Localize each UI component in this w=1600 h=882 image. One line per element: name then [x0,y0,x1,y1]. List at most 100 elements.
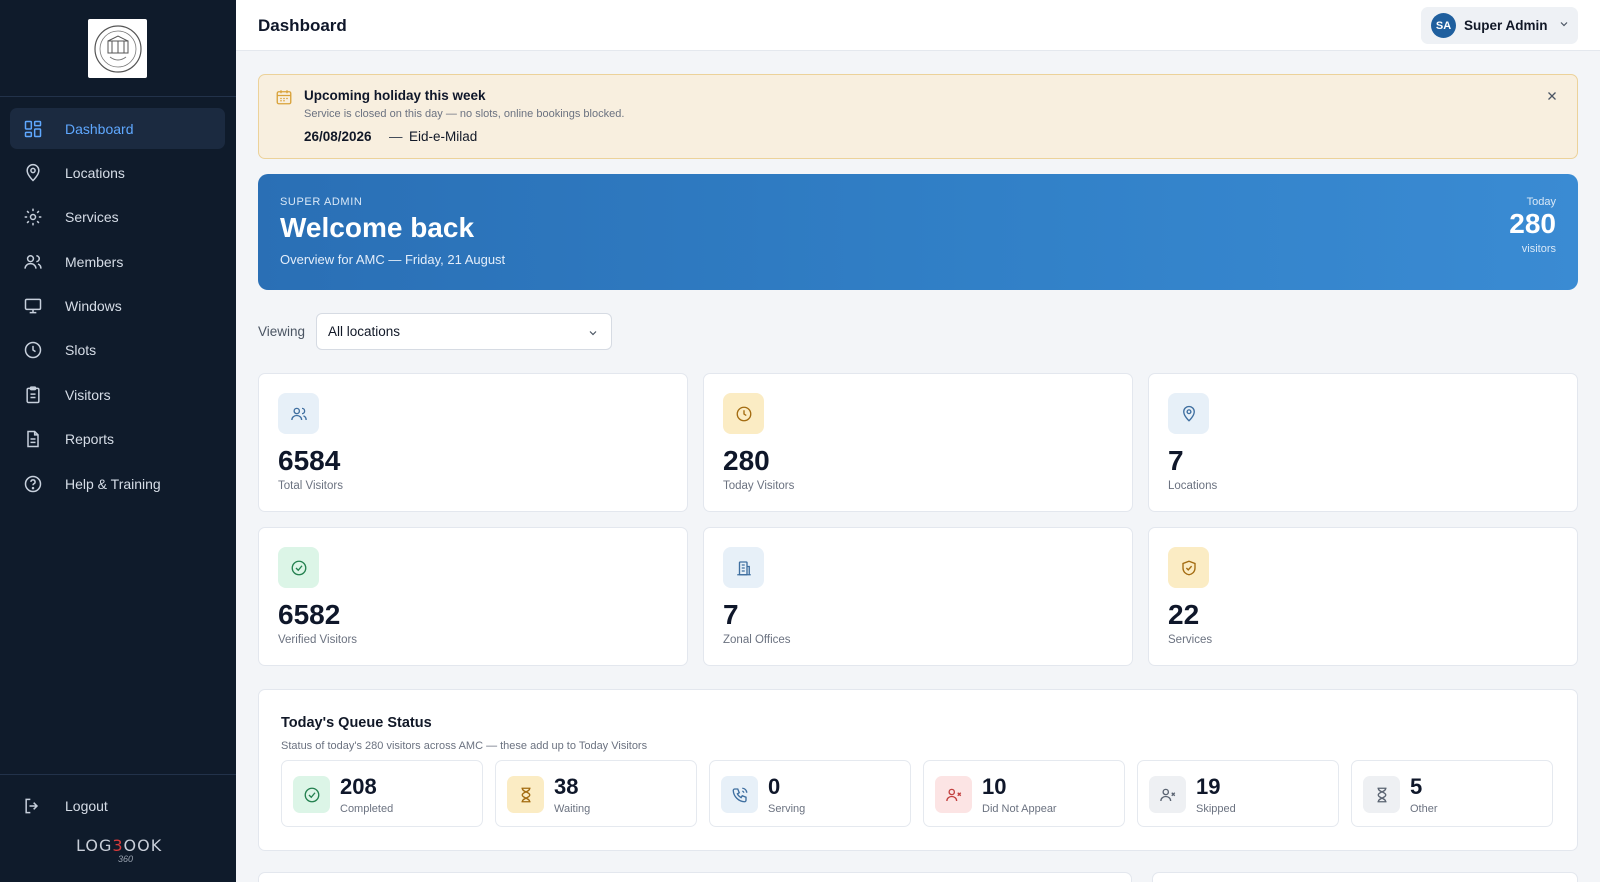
hourglass-icon [507,776,544,813]
queue-title: Today's Queue Status [281,715,432,731]
sidebar-item-visitors[interactable]: Visitors [10,374,225,415]
hero-title: Welcome back [280,212,475,243]
users-icon [278,393,319,434]
page-title: Dashboard [258,16,347,35]
queue-value: 5 [1410,774,1423,799]
hero-today-value: 280 [1509,208,1556,239]
sidebar-item-label: Slots [65,342,97,359]
stat-card-services: 22 Services [1148,527,1578,666]
sidebar-item-label: Reports [65,431,115,448]
sidebar-divider [0,96,236,97]
sidebar-item-dashboard[interactable]: Dashboard [10,108,225,149]
hero-today-unit: visitors [1521,243,1556,255]
close-icon[interactable] [1545,89,1559,108]
queue-value: 0 [768,774,781,799]
queue-label: Waiting [554,803,591,815]
user-x-icon [935,776,972,813]
sidebar-item-label: Locations [65,164,125,181]
hourglass-icon [1363,776,1400,813]
holiday-title: Upcoming holiday this week [304,88,486,103]
sidebar-item-label: Visitors [65,386,111,403]
sidebar-item-windows[interactable]: Windows [10,286,225,327]
holiday-banner: Upcoming holiday this week Service is cl… [258,74,1578,159]
holiday-date: 26/08/2026 [304,129,372,144]
sidebar-item-members[interactable]: Members [10,241,225,282]
location-select[interactable]: All locations [316,313,612,350]
dashboard-grid-icon [22,118,44,140]
hero-role: SUPER ADMIN [280,196,363,208]
logbook-brand-logo: LOG3OOK [76,836,163,855]
help-circle-icon [22,473,44,495]
holiday-subtitle: Service is closed on this day — no slots… [304,108,625,120]
stat-label: Today Visitors [723,480,795,492]
sidebar-item-locations[interactable]: Locations [10,152,225,193]
sidebar-item-services[interactable]: Services [10,197,225,238]
gear-icon [22,206,44,228]
user-x-icon [1149,776,1186,813]
stat-value: 7 [723,599,739,630]
queue-status-panel: Today's Queue Status Status of today's 2… [258,689,1578,851]
building-icon [723,547,764,588]
map-pin-icon [22,162,44,184]
monitor-icon [22,295,44,317]
sidebar-item-label: Services [65,209,119,226]
stat-label: Locations [1168,480,1218,492]
stat-value: 7 [1168,445,1184,476]
logbook-brand-sub: 360 [118,854,134,864]
stat-card-zonal-offices: 7 Zonal Offices [703,527,1133,666]
stat-value: 280 [723,445,770,476]
hero-today-label: Today [1526,196,1556,208]
document-icon [22,428,44,450]
sidebar-item-label: Members [65,253,124,270]
queue-card-skipped: 19 Skipped [1137,760,1339,827]
clock-icon [22,339,44,361]
user-name: Super Admin [1464,18,1548,33]
sidebar-item-label: Windows [65,298,122,315]
user-menu-button[interactable]: SA Super Admin [1421,7,1578,44]
queue-value: 208 [340,774,377,799]
sidebar-item-reports[interactable]: Reports [10,419,225,460]
check-circle-icon [278,547,319,588]
logout-button[interactable]: Logout [22,795,108,817]
location-select-value: All locations [328,324,401,339]
queue-label: Skipped [1196,803,1236,815]
queue-card-other: 5 Other [1351,760,1553,827]
stat-value: 6582 [278,599,341,630]
queue-label: Completed [340,803,394,815]
queue-label: Serving [768,803,806,815]
queue-card-waiting: 38 Waiting [495,760,697,827]
logout-icon [22,795,44,817]
queue-value: 38 [554,774,579,799]
sidebar-item-label: Help & Training [65,475,161,492]
map-pin-icon [1168,393,1209,434]
stat-label: Services [1168,634,1213,646]
queue-card-completed: 208 Completed [281,760,483,827]
stat-card-verified-visitors: 6582 Verified Visitors [258,527,688,666]
organization-seal-logo [88,19,147,78]
queue-card-did-not-appear: 10 Did Not Appear [923,760,1125,827]
topbar: Dashboard SA Super Admin [236,0,1600,51]
users-icon [22,251,44,273]
welcome-hero: SUPER ADMIN Welcome back Overview for AM… [258,174,1578,290]
check-circle-icon [293,776,330,813]
stat-card-today-visitors: 280 Today Visitors [703,373,1133,512]
viewing-label: Viewing [258,324,306,339]
bottom-panel-left [258,872,1132,882]
queue-value: 19 [1196,774,1221,799]
clock-icon [723,393,764,434]
queue-subtitle: Status of today's 280 visitors across AM… [281,740,648,752]
stat-label: Total Visitors [278,480,343,492]
stat-value: 22 [1168,599,1200,630]
sidebar: Dashboard Locations Services Members Win… [0,0,236,882]
sidebar-item-slots[interactable]: Slots [10,330,225,371]
clipboard-icon [22,384,44,406]
stat-label: Verified Visitors [278,634,358,646]
stat-card-total-visitors: 6584 Total Visitors [258,373,688,512]
shield-check-icon [1168,547,1209,588]
sidebar-item-help-training[interactable]: Help & Training [10,463,225,504]
chevron-down-icon [587,326,599,344]
stat-label: Zonal Offices [723,634,791,646]
queue-label: Other [1410,803,1438,815]
holiday-name: Eid-e-Milad [409,129,478,144]
stat-card-locations: 7 Locations [1148,373,1578,512]
